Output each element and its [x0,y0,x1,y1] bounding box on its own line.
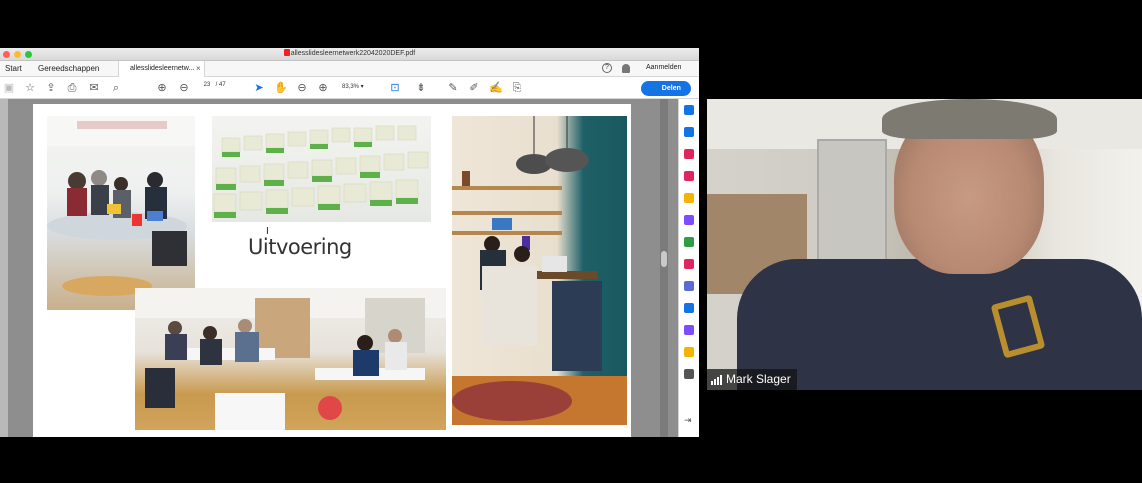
main-toolbar: ▣ ☆ ⇪ ⎙ ✉ ⌕ ⊕ ⊖ 23 / 47 ➤ ✋ ⊖ ⊕ 83,3% ▾ … [0,77,699,99]
share-label: Delen [661,85,681,92]
document-view[interactable]: I Uitvoering ⇥ [0,99,699,437]
tab-tools[interactable]: Gereedschappen [38,64,99,73]
sign-in-link[interactable]: Aanmelden [646,64,681,71]
print-icon[interactable]: ⎙ [66,82,78,94]
acrobat-window: allesslidesleernetwerk22042020DEF.pdf St… [0,48,699,437]
stamp-icon[interactable]: ⎘ [511,82,523,94]
upload-icon[interactable]: ⇪ [45,82,57,94]
zoom-search-icon[interactable] [684,105,694,115]
email-icon[interactable]: ✉ [88,82,100,94]
fill-sign-icon[interactable] [684,259,694,269]
zoom-select[interactable]: 83,3% ▾ [342,83,364,90]
tab-document-label: allesslidesleernetw... [130,65,195,72]
video-person-shirt [737,259,1142,390]
vertical-scrollbar[interactable] [660,99,668,437]
organize-pages-icon[interactable] [684,237,694,247]
send-for-review-icon[interactable] [684,347,694,357]
hand-tool-icon[interactable]: ✋ [274,82,288,94]
photo-workshop-room [135,288,446,430]
tab-start[interactable]: Start [5,64,22,73]
participant-video [707,99,1142,390]
pdf-page: I Uitvoering [33,104,631,437]
photo-kitchen-laptops-graphic [452,116,627,425]
page-number-input[interactable]: 23 [200,82,214,88]
bookmark-star-icon[interactable]: ☆ [24,82,36,94]
help-icon[interactable]: ? [602,63,612,73]
send-for-signature-icon[interactable] [684,325,694,335]
photo-cake-pieces-graphic [213,125,429,218]
tab-document[interactable]: allesslidesleernetw... × [118,61,205,77]
comment-icon[interactable]: ✎ [447,82,459,94]
previous-page-icon[interactable]: ⊕ [156,82,168,94]
next-page-icon[interactable]: ⊖ [178,82,190,94]
save-icon[interactable]: ▣ [3,82,15,94]
video-background-door [817,139,887,279]
video-person-hair [882,99,1057,139]
participant-name: Mark Slager [726,372,791,386]
scroll-mode-icon[interactable]: ⇟ [415,82,427,94]
comment-tool-icon[interactable] [684,193,694,203]
create-pdf-icon[interactable] [684,127,694,137]
scrollbar-thumb[interactable] [661,251,667,267]
zoom-out-icon[interactable]: ⊖ [296,82,308,94]
navigation-pane-strip[interactable] [0,99,8,437]
notifications-bell-icon[interactable] [622,64,630,73]
page-total: / 47 [215,82,226,88]
export-pdf-icon[interactable] [684,149,694,159]
combine-files-icon[interactable] [684,215,694,225]
page-fit-icon[interactable]: ⊡ [389,82,401,94]
tab-close-icon[interactable]: × [196,64,201,73]
title-bar: allesslidesleernetwerk22042020DEF.pdf [0,48,699,61]
window-title: allesslidesleernetwerk22042020DEF.pdf [0,49,699,57]
zoom-value: 83,3% [342,84,360,90]
signal-strength-icon [711,374,722,385]
window-title-text: allesslidesleernetwerk22042020DEF.pdf [290,50,416,57]
photo-cake-pieces [212,116,431,222]
collapse-pane-icon[interactable]: ⇥ [684,415,694,425]
draw-icon[interactable]: ✍ [489,82,503,94]
optimize-pdf-icon[interactable] [684,303,694,313]
photo-workshop-room-graphic [135,288,446,430]
protect-icon[interactable] [684,281,694,291]
slide-title: Uitvoering [248,235,352,259]
photo-meeting-table [47,116,195,310]
select-pointer-icon[interactable]: ➤ [253,82,265,94]
search-icon[interactable]: ⌕ [110,82,122,94]
participant-name-tag: Mark Slager [707,369,797,390]
tab-bar: Start Gereedschappen allesslidesleernetw… [0,61,699,77]
photo-meeting-table-graphic [47,116,195,296]
share-user-icon: 👤 [651,85,660,92]
zoom-in-icon[interactable]: ⊕ [317,82,329,94]
more-tools-icon[interactable] [684,369,694,379]
page-indicator: 23 / 47 [200,82,226,88]
share-button[interactable]: 👤 Delen [641,81,691,96]
tools-pane: ⇥ [678,99,699,437]
highlight-pen-icon[interactable]: ✐ [468,82,480,94]
pdf-file-icon [283,49,290,56]
edit-pdf-icon[interactable] [684,171,694,181]
photo-kitchen-laptops [452,116,627,425]
